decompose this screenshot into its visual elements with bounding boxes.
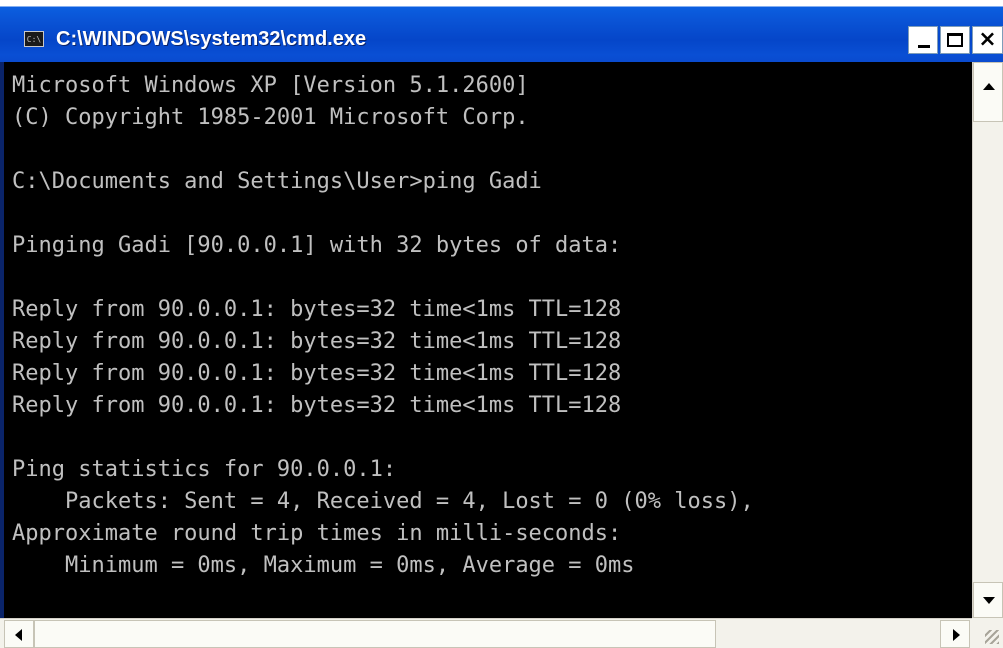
cmd-window: C:\ C:\WINDOWS\system32\cmd.exe × Micros… bbox=[0, 0, 1003, 648]
vertical-scrollbar[interactable] bbox=[972, 62, 1003, 618]
scroll-left-button[interactable] bbox=[4, 620, 34, 648]
console-line: Reply from 90.0.0.1: bytes=32 time<1ms T… bbox=[12, 361, 622, 386]
horizontal-scroll-thumb[interactable] bbox=[34, 620, 716, 648]
console-line: Reply from 90.0.0.1: bytes=32 time<1ms T… bbox=[12, 393, 622, 418]
arrow-left-icon bbox=[15, 629, 22, 641]
console-line: C:\Documents and Settings\User>ping Gadi bbox=[12, 169, 542, 194]
cmd-console-icon[interactable]: C:\ bbox=[24, 31, 44, 47]
resize-grip[interactable] bbox=[972, 618, 1003, 648]
window-title: C:\WINDOWS\system32\cmd.exe bbox=[56, 28, 367, 50]
close-button[interactable]: × bbox=[972, 26, 1003, 54]
scroll-right-button[interactable] bbox=[940, 620, 970, 648]
console-output[interactable]: Microsoft Windows XP [Version 5.1.2600] … bbox=[4, 62, 972, 618]
console-line: Reply from 90.0.0.1: bytes=32 time<1ms T… bbox=[12, 297, 622, 322]
console-line: Ping statistics for 90.0.0.1: bbox=[12, 457, 397, 482]
console-line: Microsoft Windows XP [Version 5.1.2600] bbox=[12, 73, 529, 98]
horizontal-scrollbar[interactable] bbox=[0, 618, 1003, 648]
console-line: Packets: Sent = 4, Received = 4, Lost = … bbox=[12, 489, 754, 514]
maximize-button[interactable] bbox=[940, 26, 970, 54]
scroll-down-button[interactable] bbox=[973, 582, 1003, 618]
console-line: (C) Copyright 1985-2001 Microsoft Corp. bbox=[12, 105, 529, 130]
console-line: Minimum = 0ms, Maximum = 0ms, Average = … bbox=[12, 553, 635, 578]
console-line: Pinging Gadi [90.0.0.1] with 32 bytes of… bbox=[12, 233, 622, 258]
arrow-down-icon bbox=[983, 597, 995, 604]
console-line: Approximate round trip times in milli-se… bbox=[12, 521, 622, 546]
arrow-up-icon bbox=[983, 83, 995, 90]
scroll-up-button[interactable] bbox=[973, 62, 1003, 122]
arrow-right-icon bbox=[953, 629, 960, 641]
console-line: Reply from 90.0.0.1: bytes=32 time<1ms T… bbox=[12, 329, 622, 354]
title-bar[interactable]: C:\ C:\WINDOWS\system32\cmd.exe × bbox=[0, 0, 1003, 62]
minimize-button[interactable] bbox=[908, 26, 938, 54]
